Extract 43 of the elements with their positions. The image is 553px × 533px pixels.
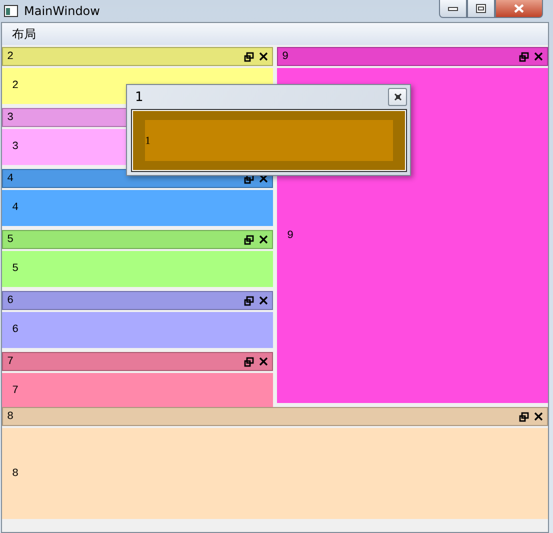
panel-title: 8 [7,410,14,422]
close-icon[interactable] [259,296,268,305]
panel-text: 2 [12,80,19,92]
close-icon[interactable] [534,52,543,61]
app-icon [4,5,18,17]
close-icon [394,93,402,101]
panel-text: 3 [12,141,19,153]
restore-icon[interactable] [244,356,254,366]
maximize-icon [476,4,486,13]
restore-icon[interactable] [244,52,254,62]
panel-text: 4 [12,202,19,214]
close-icon[interactable] [259,52,268,61]
panel-title: 5 [7,234,14,246]
close-icon[interactable] [259,357,268,366]
restore-icon[interactable] [519,412,529,422]
panel-text: 9 [287,230,294,242]
panel-title: 4 [7,172,14,184]
panel-title: 9 [282,50,289,62]
close-icon [514,4,524,13]
maximize-button[interactable] [467,0,495,18]
panel-text: 7 [12,385,19,397]
panel-text: 8 [12,468,19,480]
close-button[interactable] [388,88,407,106]
restore-icon[interactable] [244,174,254,184]
minimize-button[interactable] [439,0,467,18]
content-text: 1 [145,134,150,146]
panel-title: 2 [7,50,14,62]
panel-title: 7 [7,356,14,368]
close-icon[interactable] [259,235,268,244]
panel-title: 6 [7,294,14,306]
restore-icon[interactable] [244,296,254,306]
close-icon[interactable] [259,174,268,183]
panel-text: 5 [12,263,19,275]
menu-item[interactable]: 布局 [10,26,38,42]
close-button[interactable] [495,0,543,18]
restore-icon[interactable] [244,234,254,244]
restore-icon[interactable] [519,52,529,62]
floating-window-title: 1 [135,90,144,104]
panel-text: 6 [12,324,19,336]
window-title: MainWindow [24,4,100,18]
close-icon[interactable] [534,412,543,421]
minimize-icon [448,6,458,10]
panel-title: 3 [7,112,14,124]
